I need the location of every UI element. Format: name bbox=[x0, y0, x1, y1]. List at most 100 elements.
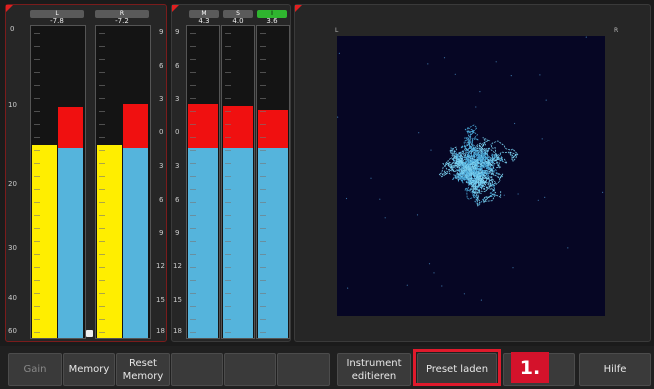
meter-scale-tick bbox=[99, 228, 105, 229]
scale-label: 15 bbox=[173, 296, 182, 304]
meter-scale-tick bbox=[34, 85, 40, 86]
meter-scale-tick bbox=[99, 163, 105, 164]
goniometer-dot bbox=[544, 196, 546, 198]
softkey-5[interactable] bbox=[224, 353, 276, 386]
goniometer-dot bbox=[475, 106, 477, 108]
scale-label: 30 bbox=[8, 244, 17, 252]
goniometer-panel[interactable]: L R bbox=[294, 4, 651, 342]
goniometer-dot bbox=[517, 193, 519, 195]
meter-scale-tick bbox=[34, 241, 40, 242]
meter-scale-tick bbox=[34, 124, 40, 125]
meter-scale-tick bbox=[190, 111, 196, 112]
goniometer-dot bbox=[541, 138, 543, 140]
meter-scale-tick bbox=[260, 150, 266, 151]
ms-meter-panel[interactable]: M 4.3 S 4.0 I 3.6 9 6 3 0 3 6 9 12 15 18 bbox=[171, 4, 291, 342]
ppm-meter-panel[interactable]: L -7.8 R -7.2 0 10 20 30 40 60 9 6 3 0 3… bbox=[5, 4, 167, 342]
meter-scale-tick bbox=[260, 137, 266, 138]
scale-label: 18 bbox=[156, 327, 165, 335]
meter-scale-tick bbox=[190, 202, 196, 203]
reset-memory-button[interactable]: Reset Memory bbox=[116, 353, 170, 386]
peak-hold-r bbox=[123, 104, 148, 148]
meter-scale-tick bbox=[190, 306, 196, 307]
meter-scale-tick bbox=[225, 228, 231, 229]
scale-label: 6 bbox=[159, 62, 164, 70]
meter-scale-tick bbox=[190, 228, 196, 229]
goniometer-dot bbox=[479, 91, 481, 93]
meter-scale-tick bbox=[34, 111, 40, 112]
meter-scale-tick bbox=[225, 163, 231, 164]
goniometer-dot bbox=[427, 63, 429, 65]
memory-button[interactable]: Memory bbox=[63, 353, 115, 386]
meter-scale-tick bbox=[260, 254, 266, 255]
meter-scale-tick bbox=[34, 137, 40, 138]
goniometer-dot bbox=[406, 284, 408, 286]
softkey-6[interactable] bbox=[277, 353, 330, 386]
scale-label: 0 bbox=[159, 128, 164, 136]
goniometer-dot bbox=[465, 141, 467, 143]
meter-scale-tick bbox=[225, 267, 231, 268]
meter-scale-tick bbox=[225, 150, 231, 151]
meter-scale-tick bbox=[260, 85, 266, 86]
meter-scale-tick bbox=[99, 202, 105, 203]
peak-hold-l bbox=[58, 107, 83, 148]
meter-scale-tick bbox=[225, 111, 231, 112]
goniometer-dot bbox=[441, 285, 443, 287]
meter-scale-tick bbox=[34, 215, 40, 216]
goniometer-dot bbox=[430, 149, 432, 151]
scale-label: 0 bbox=[175, 128, 180, 136]
meter-scale-tick bbox=[225, 241, 231, 242]
meter-scale-tick bbox=[225, 59, 231, 60]
meter-scale-tick bbox=[225, 254, 231, 255]
meter-scale-tick bbox=[190, 85, 196, 86]
goniometer-dot bbox=[370, 177, 372, 179]
instrument-edit-button[interactable]: Instrument editieren bbox=[337, 353, 411, 386]
help-button[interactable]: Hilfe bbox=[579, 353, 651, 386]
gain-button[interactable]: Gain bbox=[8, 353, 62, 386]
meter-scale-tick bbox=[34, 163, 40, 164]
meter-scale-tick bbox=[260, 319, 266, 320]
goniometer-dot bbox=[472, 159, 474, 161]
meter-scale-tick bbox=[190, 267, 196, 268]
goniometer-dot bbox=[585, 36, 587, 38]
meter-scale-tick bbox=[260, 98, 266, 99]
scale-label: 3 bbox=[175, 95, 180, 103]
meter-scale-tick bbox=[34, 319, 40, 320]
meter-scale-tick bbox=[190, 241, 196, 242]
goniometer-dot bbox=[466, 143, 468, 145]
goniometer-dot bbox=[463, 293, 465, 295]
scale-label: 0 bbox=[10, 25, 15, 33]
meter-scale-tick bbox=[260, 228, 266, 229]
meter-scale-tick bbox=[260, 163, 266, 164]
meter-scale-tick bbox=[34, 46, 40, 47]
meter-scale-tick bbox=[225, 332, 231, 333]
meter-scale-tick bbox=[99, 293, 105, 294]
meter-scale-tick bbox=[99, 254, 105, 255]
meter-scale-tick bbox=[190, 189, 196, 190]
meter-scale-tick bbox=[260, 280, 266, 281]
softkey-4[interactable] bbox=[171, 353, 223, 386]
level-bar-r-loudness bbox=[123, 147, 148, 338]
meter-scale-tick bbox=[34, 280, 40, 281]
meter-scale-tick bbox=[34, 98, 40, 99]
meter-scale-tick bbox=[190, 332, 196, 333]
meter-scale-tick bbox=[99, 46, 105, 47]
goniometer-dot bbox=[416, 214, 419, 216]
scale-label: 9 bbox=[159, 28, 164, 36]
scale-label: 6 bbox=[175, 62, 180, 70]
meter-scale-tick bbox=[260, 202, 266, 203]
channel-value-s: 4.0 bbox=[232, 17, 244, 25]
meter-scale-tick bbox=[260, 111, 266, 112]
meter-scale-tick bbox=[99, 72, 105, 73]
meter-scale-tick bbox=[260, 241, 266, 242]
meter-scale-tick bbox=[34, 293, 40, 294]
meter-scale-tick bbox=[225, 124, 231, 125]
meter-scale-tick bbox=[225, 202, 231, 203]
meter-scale-tick bbox=[34, 202, 40, 203]
goniometer-dot bbox=[379, 198, 381, 200]
scale-label: 15 bbox=[156, 296, 165, 304]
goniometer-dot bbox=[503, 194, 505, 196]
meter-scale-tick bbox=[225, 98, 231, 99]
meter-scale-tick bbox=[225, 72, 231, 73]
meter-scale-tick bbox=[190, 137, 196, 138]
meter-scale-tick bbox=[34, 306, 40, 307]
